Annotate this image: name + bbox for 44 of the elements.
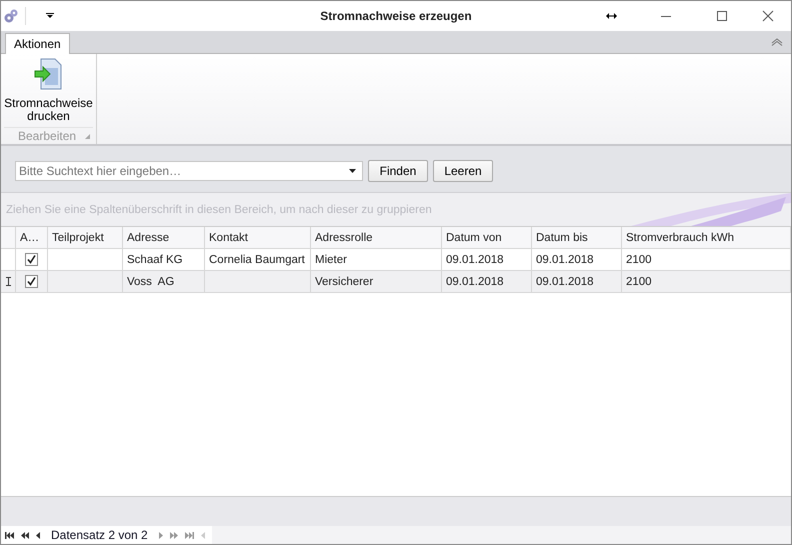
table-cell: Schaaf KG [127, 254, 183, 266]
close-icon[interactable] [762, 10, 774, 22]
maximize-icon[interactable] [716, 10, 728, 22]
clear-button[interactable]: Leeren [433, 160, 493, 182]
document-arrow-icon [32, 58, 64, 90]
resize-icon [606, 13, 617, 19]
column-header[interactable]: Kontakt [205, 227, 311, 248]
table-cell: Voss AG [127, 276, 174, 288]
dropdown-icon[interactable] [349, 168, 356, 172]
table-cell: Mieter [315, 254, 347, 266]
print-button[interactable]: Stromnachweise drucken [4, 54, 94, 127]
column-header[interactable]: Adressrolle [311, 227, 442, 248]
checkbox[interactable] [25, 275, 38, 288]
last-record-icon[interactable] [184, 532, 194, 538]
table-cell: 09.01.2018 [536, 276, 594, 288]
gears-icon[interactable] [3, 8, 19, 24]
group-label: Bearbeiten [18, 129, 76, 143]
checkbox[interactable] [25, 253, 38, 266]
row-indicator-icon [6, 277, 10, 286]
table-cell: Versicherer [315, 276, 374, 288]
previous-record-icon[interactable] [36, 532, 40, 538]
column-header[interactable]: Datum bis [532, 227, 622, 248]
previous-page-icon[interactable] [21, 532, 29, 538]
next-record-icon[interactable] [158, 532, 163, 538]
table-cell: 09.01.2018 [446, 254, 504, 266]
find-button[interactable]: Finden [368, 160, 428, 182]
search-field[interactable]: Bitte Suchtext hier eingeben… [15, 160, 363, 180]
column-header[interactable]: Adresse [123, 227, 205, 248]
column-header[interactable]: Stromverbrauch kWh [622, 227, 791, 248]
table-cell: 09.01.2018 [536, 254, 594, 266]
next-page-icon[interactable] [170, 532, 178, 538]
first-record-icon[interactable] [5, 532, 14, 538]
table-cell: Cornelia Baumgart [209, 254, 305, 266]
record-counter: Datensatz 2 von 2 [51, 528, 148, 542]
dropdown-icon[interactable] [46, 13, 54, 19]
ribbon-tab[interactable]: Aktionen [5, 33, 70, 54]
collapse-icon[interactable] [771, 38, 783, 46]
table-cell: 2100 [626, 254, 652, 266]
column-header[interactable]: Datum von [442, 227, 532, 248]
table-cell: 09.01.2018 [446, 276, 504, 288]
window-title: Stromnachweise erzeugen [320, 9, 472, 23]
table-cell: 2100 [626, 276, 652, 288]
column-header[interactable]: Teilprojekt [48, 227, 123, 248]
column-header[interactable]: A… [16, 227, 48, 248]
